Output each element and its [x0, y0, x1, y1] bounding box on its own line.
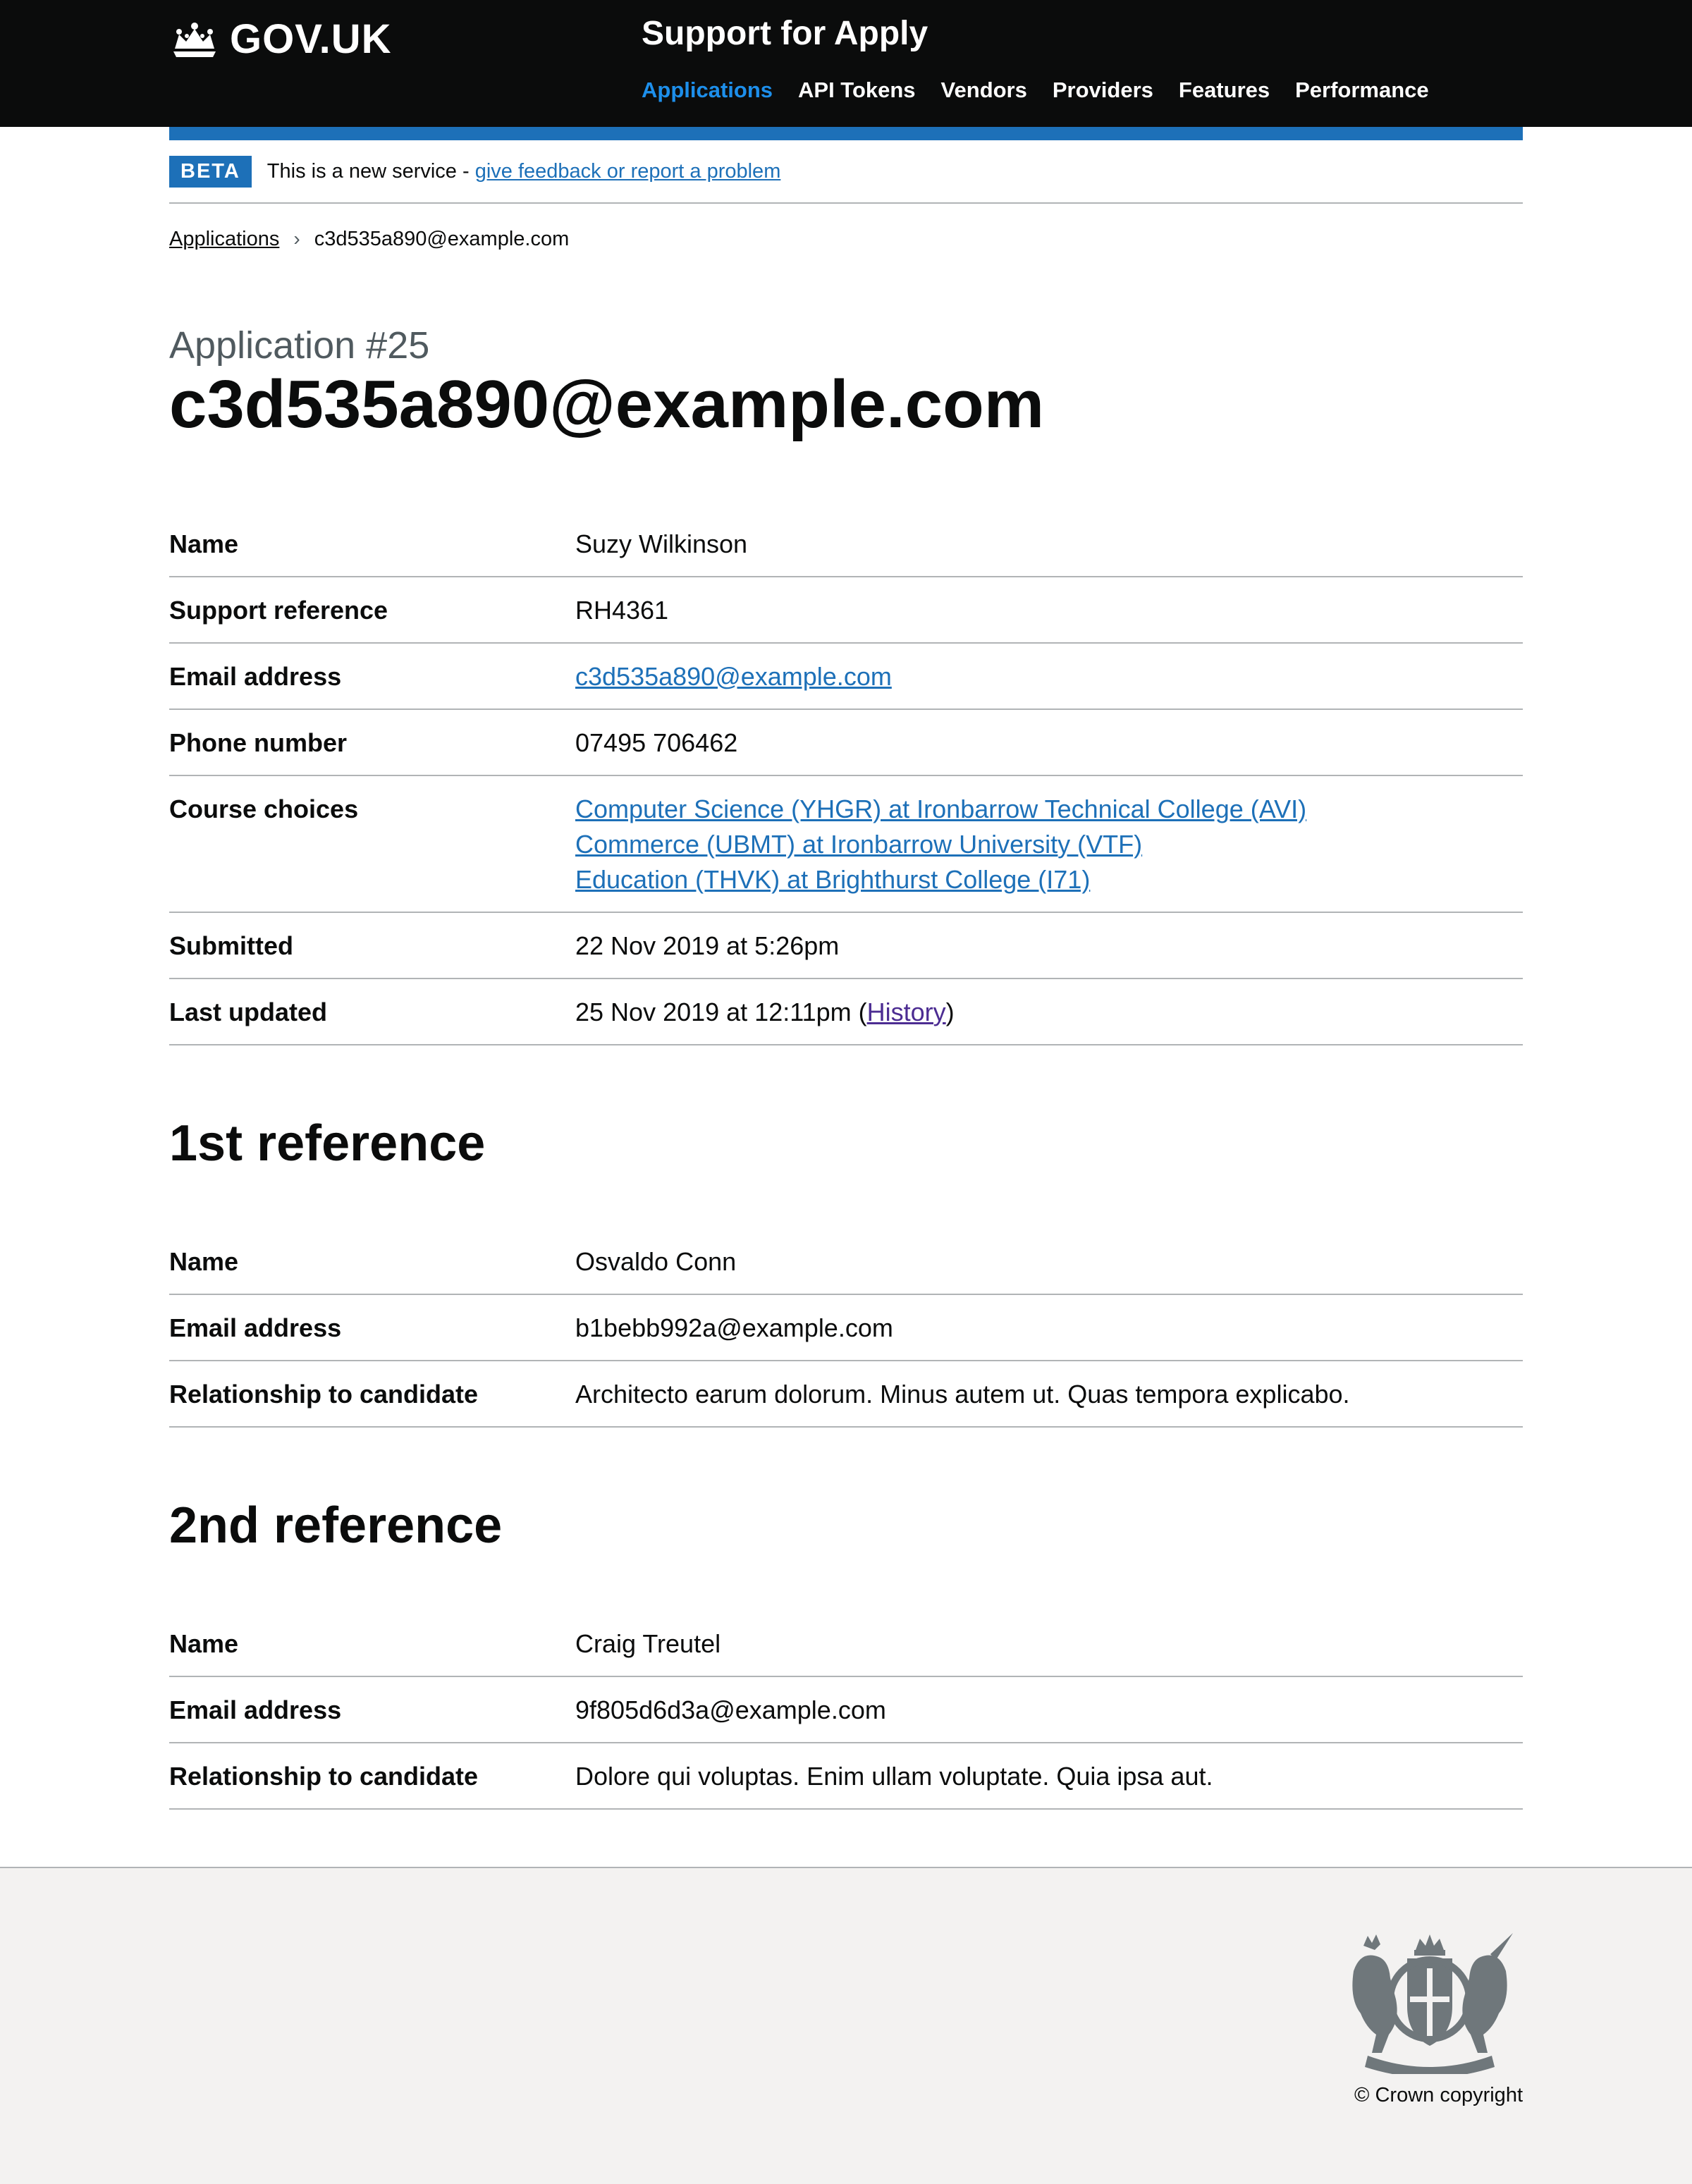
row-label: Submitted	[169, 931, 293, 960]
row-label: Email address	[169, 1695, 342, 1724]
email-value: c3d535a890@example.com	[575, 659, 1523, 694]
site-header: GOV.UK Support for Apply Applications AP…	[0, 0, 1692, 127]
breadcrumb: Applications › c3d535a890@example.com	[169, 204, 1523, 274]
service-name-link[interactable]: Support for Apply	[642, 14, 928, 53]
last-updated: 25 Nov 2019 at 12:11pm (History)	[575, 995, 1523, 1030]
logo-text: GOV.UK	[230, 16, 392, 62]
row-label: Email address	[169, 1313, 342, 1342]
summary-row-support-reference: Support reference RH4361	[169, 577, 1523, 644]
row-label: Relationship to candidate	[169, 1379, 479, 1409]
summary-row-relationship: Relationship to candidate Dolore qui vol…	[169, 1743, 1523, 1810]
reference-1-heading: 1st reference	[169, 1115, 486, 1172]
summary-row-course-choices: Course choices Computer Science (YHGR) a…	[169, 776, 1523, 913]
candidate-name: Suzy Wilkinson	[575, 529, 748, 558]
breadcrumb-current: c3d535a890@example.com	[314, 227, 570, 250]
row-label: Name	[169, 1628, 239, 1658]
reference-1-summary: Name Osvaldo Conn Email address b1bebb99…	[169, 1229, 1523, 1428]
row-label: Name	[169, 529, 239, 558]
referee-relationship: Dolore qui voluptas. Enim ullam voluptat…	[575, 1761, 1213, 1791]
header-blue-bar	[169, 127, 1523, 140]
support-reference: RH4361	[575, 595, 669, 625]
summary-row-phone: Phone number 07495 706462	[169, 710, 1523, 776]
reference-2-heading: 2nd reference	[169, 1497, 503, 1554]
summary-row-relationship: Relationship to candidate Architecto ear…	[169, 1361, 1523, 1428]
phase-tag: BETA	[169, 155, 252, 188]
row-label: Course choices	[169, 794, 359, 823]
course-choice-link[interactable]: Education (THVK) at Brighthurst College …	[575, 865, 1090, 894]
chevron-right-icon: ›	[293, 228, 300, 250]
govuk-logo-link[interactable]: GOV.UK	[169, 16, 391, 63]
page-title: c3d535a890@example.com	[169, 367, 1045, 442]
summary-row-name: Name Craig Treutel	[169, 1611, 1523, 1677]
course-choice-link[interactable]: Computer Science (YHGR) at Ironbarrow Te…	[575, 795, 1306, 823]
nav-api-tokens[interactable]: API Tokens	[798, 78, 916, 103]
summary-row-name: Name Suzy Wilkinson	[169, 511, 1523, 577]
referee-email: b1bebb992a@example.com	[575, 1313, 893, 1342]
phase-banner: BETA This is a new service - give feedba…	[169, 140, 1523, 204]
nav-performance[interactable]: Performance	[1295, 78, 1429, 103]
row-label: Phone number	[169, 728, 348, 757]
course-choice-link[interactable]: Commerce (UBMT) at Ironbarrow University…	[575, 830, 1142, 859]
referee-relationship: Architecto earum dolorum. Minus autem ut…	[575, 1379, 1350, 1409]
site-footer: © Crown copyright	[0, 1867, 1692, 2184]
row-label: Relationship to candidate	[169, 1761, 479, 1791]
crown-icon	[173, 22, 216, 57]
summary-row-email: Email address 9f805d6d3a@example.com	[169, 1677, 1523, 1743]
last-updated-close: )	[945, 997, 955, 1026]
application-summary: Name Suzy Wilkinson Support reference RH…	[169, 511, 1523, 1045]
referee-name: Craig Treutel	[575, 1628, 721, 1658]
nav-features[interactable]: Features	[1179, 78, 1270, 103]
last-updated-date: 25 Nov 2019 at 12:11pm (	[575, 997, 867, 1026]
phase-message: This is a new service -	[266, 159, 475, 183]
referee-name: Osvaldo Conn	[575, 1246, 737, 1276]
crown-copyright-link[interactable]: © Crown copyright	[1354, 2084, 1523, 2107]
primary-navigation: Applications API Tokens Vendors Provider…	[642, 78, 1429, 103]
reference-2-summary: Name Craig Treutel Email address 9f805d6…	[169, 1611, 1523, 1810]
breadcrumb-applications-link[interactable]: Applications	[169, 228, 279, 251]
row-label: Name	[169, 1246, 239, 1276]
referee-email: 9f805d6d3a@example.com	[575, 1695, 886, 1724]
nav-applications[interactable]: Applications	[642, 78, 773, 103]
row-label: Support reference	[169, 595, 388, 625]
summary-row-last-updated: Last updated 25 Nov 2019 at 12:11pm (His…	[169, 979, 1523, 1045]
phase-text: This is a new service - give feedback or…	[267, 160, 781, 183]
summary-row-name: Name Osvaldo Conn	[169, 1229, 1523, 1295]
phone-number: 07495 706462	[575, 728, 738, 757]
summary-row-submitted: Submitted 22 Nov 2019 at 5:26pm	[169, 913, 1523, 979]
email-link[interactable]: c3d535a890@example.com	[575, 662, 892, 691]
page-caption: Application #25	[169, 324, 430, 367]
royal-coat-of-arms-icon	[1352, 1933, 1513, 2074]
course-choices: Computer Science (YHGR) at Ironbarrow Te…	[575, 792, 1523, 897]
feedback-link[interactable]: give feedback or report a problem	[475, 160, 781, 183]
row-label: Last updated	[169, 997, 328, 1026]
submitted-date: 22 Nov 2019 at 5:26pm	[575, 931, 840, 960]
row-label: Email address	[169, 661, 342, 691]
summary-row-email: Email address c3d535a890@example.com	[169, 644, 1523, 710]
nav-vendors[interactable]: Vendors	[941, 78, 1027, 103]
history-link[interactable]: History	[867, 998, 946, 1026]
nav-providers[interactable]: Providers	[1053, 78, 1153, 103]
summary-row-email: Email address b1bebb992a@example.com	[169, 1295, 1523, 1361]
